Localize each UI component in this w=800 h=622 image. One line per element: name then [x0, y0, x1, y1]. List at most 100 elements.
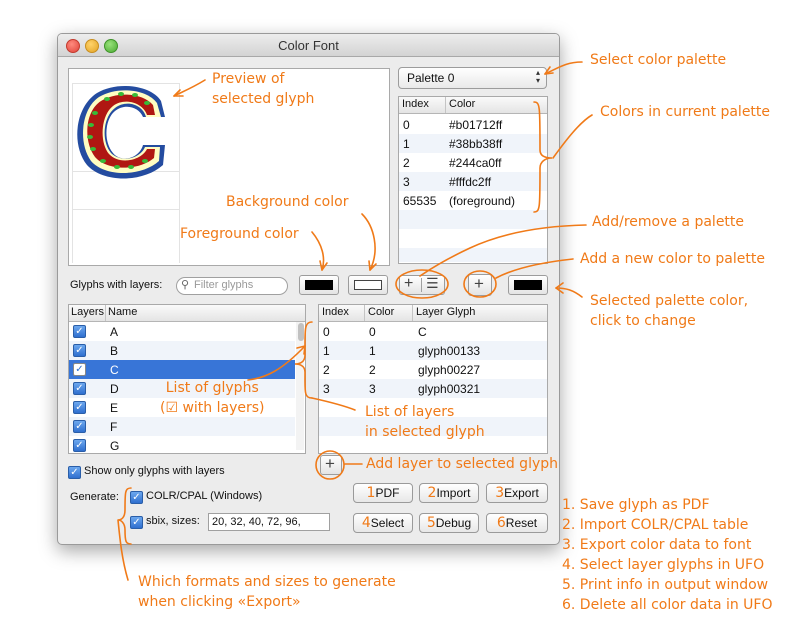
- filter-glyphs-search[interactable]: ⚲ Filter glyphs: [176, 277, 288, 295]
- layer-color: 0: [369, 325, 376, 339]
- background-swatch: [354, 280, 382, 290]
- palette-row[interactable]: 1 #38bb38ff: [399, 134, 547, 153]
- palette-row[interactable]: 0 #b01712ff: [399, 115, 547, 134]
- add-layer-button[interactable]: +: [320, 454, 342, 475]
- layer-index: 2: [323, 363, 330, 377]
- palette-row-index: 0: [403, 118, 410, 132]
- column-header-color[interactable]: Color: [449, 98, 475, 110]
- preview-guide-line: [72, 209, 179, 210]
- layers-checkbox[interactable]: ✓: [73, 401, 86, 414]
- step-item: 2. Import COLR/CPAL table: [562, 517, 749, 533]
- glyph-name: F: [110, 420, 118, 434]
- layer-glyph: glyph00227: [418, 363, 481, 377]
- column-divider: [445, 97, 446, 113]
- add-palette-icon[interactable]: +: [404, 275, 413, 293]
- annotation-foreground-color: Foreground color: [180, 226, 299, 242]
- segment-divider: [421, 278, 422, 292]
- glyph-name: A: [110, 325, 119, 339]
- palette-popup-value: Palette 0: [407, 71, 455, 85]
- column-header-name[interactable]: Name: [108, 306, 137, 318]
- layer-row[interactable]: 0 0 C: [319, 322, 547, 341]
- colr-cpal-checkbox[interactable]: ✓: [130, 491, 143, 504]
- colr-cpal-label: COLR/CPAL (Windows): [146, 490, 263, 502]
- column-header-layers[interactable]: Layers: [71, 306, 104, 318]
- layers-checkbox[interactable]: ✓: [73, 439, 86, 452]
- palette-popup[interactable]: Palette 0 ▴ ▾: [398, 67, 547, 89]
- glyph-row[interactable]: ✓ A: [69, 322, 295, 341]
- palette-colors-table[interactable]: Index Color 0 #b01712ff 1 #38bb38ff 2 #2…: [398, 96, 548, 264]
- glyph-list-scrollbar[interactable]: [296, 322, 304, 450]
- step-item: 1. Save glyph as PDF: [562, 497, 710, 513]
- palette-row[interactable]: 3 #fffdc2ff: [399, 172, 547, 191]
- layer-row[interactable]: 2 2 glyph00227: [319, 360, 547, 379]
- step-item: 3. Export color data to font: [562, 537, 752, 553]
- annotation-colors-in-palette: Colors in current palette: [600, 104, 771, 120]
- column-divider: [105, 305, 106, 321]
- glyph-name: C: [110, 363, 119, 377]
- palette-table-header: Index Color: [399, 97, 547, 114]
- step-item: 6. Delete all color data in UFO: [562, 597, 773, 613]
- remove-palette-icon[interactable]: ☰: [426, 275, 439, 292]
- glyph-name: D: [110, 382, 119, 396]
- column-header-color[interactable]: Color: [368, 306, 394, 318]
- column-header-index[interactable]: Index: [402, 98, 429, 110]
- foreground-color-well[interactable]: [299, 275, 339, 295]
- layer-glyph: C: [418, 325, 427, 339]
- pdf-button[interactable]: 1PDF: [353, 483, 413, 503]
- layer-color: 1: [369, 344, 376, 358]
- palette-row-index: 1: [403, 137, 410, 151]
- reset-button-label: Reset: [505, 516, 538, 530]
- layers-checkbox[interactable]: ✓: [73, 325, 86, 338]
- background-color-well[interactable]: [348, 275, 388, 295]
- add-remove-palette-control: + ☰: [399, 275, 445, 295]
- layers-checkbox[interactable]: ✓: [73, 344, 86, 357]
- layer-row[interactable]: 3 3 glyph00321: [319, 379, 547, 398]
- palette-row-index: 65535: [403, 194, 437, 208]
- layer-glyph: glyph00133: [418, 344, 481, 358]
- selected-palette-swatch: [514, 280, 542, 290]
- annotation-add-color: Add a new color to palette: [580, 251, 765, 267]
- glyph-row[interactable]: ✓ B: [69, 341, 295, 360]
- palette-row-empty: [399, 210, 547, 229]
- glyph-row-selected[interactable]: ✓ C: [69, 360, 295, 379]
- selected-palette-color-well[interactable]: [508, 275, 548, 295]
- scrollbar-thumb[interactable]: [298, 323, 304, 341]
- palette-row[interactable]: 2 #244ca0ff: [399, 153, 547, 172]
- layers-checkbox[interactable]: ✓: [73, 420, 86, 433]
- palette-row-color: #b01712ff: [449, 118, 503, 132]
- add-color-button[interactable]: +: [468, 274, 492, 296]
- foreground-swatch: [305, 280, 333, 290]
- select-button[interactable]: 4Select: [353, 513, 413, 533]
- step-item: 4. Select layer glyphs in UFO: [562, 557, 765, 573]
- show-only-layers-checkbox[interactable]: ✓: [68, 466, 81, 479]
- export-button-label: Export: [504, 486, 539, 500]
- layer-color: 2: [369, 363, 376, 377]
- layer-row[interactable]: 1 1 glyph00133: [319, 341, 547, 360]
- glyph-c-preview-image: [77, 86, 165, 179]
- glyph-row[interactable]: ✓ F: [69, 417, 295, 436]
- debug-button[interactable]: 5Debug: [419, 513, 479, 533]
- palette-row-color: #38bb38ff: [449, 137, 503, 151]
- sbix-sizes-field[interactable]: 20, 32, 40, 72, 96,: [208, 513, 330, 531]
- popup-arrows-icon: ▴ ▾: [535, 68, 540, 85]
- annotation-preview: Preview of selected glyph: [212, 71, 315, 107]
- glyph-row[interactable]: ✓ G: [69, 436, 295, 455]
- annotation-add-remove-palette: Add/remove a palette: [592, 214, 745, 230]
- reset-button[interactable]: 6Reset: [486, 513, 548, 533]
- column-header-index[interactable]: Index: [322, 306, 349, 318]
- import-button[interactable]: 2Import: [419, 483, 479, 503]
- annotation-add-layer: Add layer to selected glyph: [366, 456, 559, 472]
- export-button[interactable]: 3Export: [486, 483, 548, 503]
- layers-checkbox[interactable]: ✓: [73, 382, 86, 395]
- layer-index: 3: [323, 382, 330, 396]
- title-bar: Color Font: [58, 34, 559, 57]
- sbix-checkbox[interactable]: ✓: [130, 516, 143, 529]
- palette-row[interactable]: 65535 (foreground): [399, 191, 547, 210]
- column-header-layer-glyph[interactable]: Layer Glyph: [416, 306, 475, 318]
- layers-checkbox[interactable]: ✓: [73, 363, 86, 376]
- palette-row-color: #fffdc2ff: [449, 175, 492, 189]
- glyph-name: B: [110, 344, 119, 358]
- debug-button-label: Debug: [435, 516, 472, 530]
- palette-row-color: #244ca0ff: [449, 156, 502, 170]
- palette-row-index: 2: [403, 156, 410, 170]
